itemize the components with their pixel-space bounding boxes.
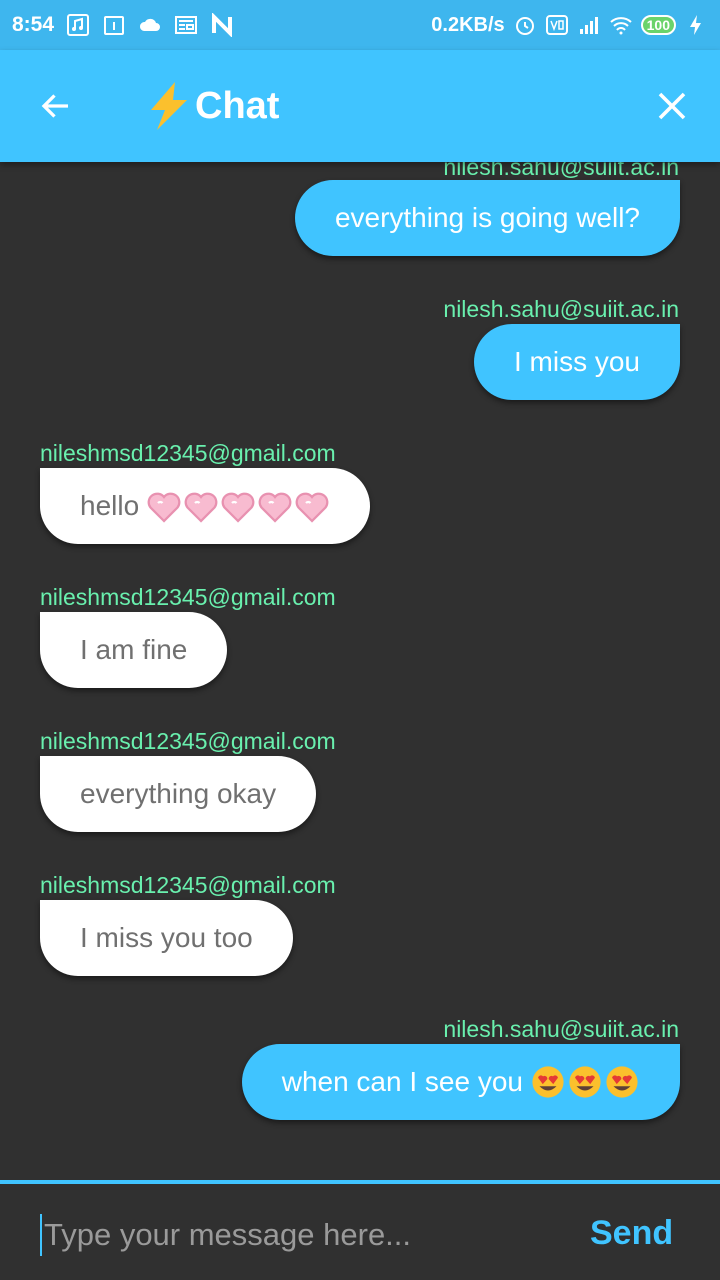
message-bubble: I am fine <box>40 612 228 688</box>
message-sender: nileshmsd12345@gmail.com <box>40 872 336 898</box>
calendar-icon <box>102 13 126 37</box>
message-bubble: everything is going well? <box>294 180 680 256</box>
message-text: hello <box>80 490 140 521</box>
message-bubble: hello <box>40 468 371 544</box>
message-bubble: when can I see you <box>241 1044 680 1120</box>
message-bubble: everything okay <box>40 756 317 832</box>
heart-icon <box>295 492 329 523</box>
page-title: Chat <box>145 80 279 132</box>
n-app-icon <box>210 13 234 37</box>
heart-eyes-face-icon <box>606 1066 638 1098</box>
battery-level: 100 <box>640 15 676 35</box>
back-button[interactable] <box>36 86 76 126</box>
close-button[interactable] <box>652 86 692 126</box>
message-text: I am fine <box>80 634 188 665</box>
message-sender: nileshmsd12345@gmail.com <box>40 440 336 466</box>
message-bubble: I miss you <box>473 324 680 400</box>
heart-icon <box>147 492 181 523</box>
hearts-emoji <box>145 489 330 523</box>
music-icon <box>66 13 90 37</box>
wifi-icon <box>609 13 633 37</box>
heart-icon <box>221 492 255 523</box>
status-time: 8:54 <box>12 13 55 36</box>
lightning-bolt-icon <box>151 82 187 130</box>
close-icon <box>658 92 686 120</box>
message-text: everything is going well? <box>334 202 640 233</box>
arrow-back-icon <box>41 94 68 118</box>
status-bar: 8:54 0.2KB/s 100 <box>0 0 720 50</box>
heart-eyes-face-icon <box>569 1066 601 1098</box>
message-text: everything okay <box>80 778 277 809</box>
message-sender: nilesh.sahu@suiit.ac.in <box>443 162 679 180</box>
network-speed: 0.2KB/s <box>431 13 505 36</box>
message-input[interactable] <box>40 1214 560 1256</box>
message-bubble: I miss you too <box>40 900 293 976</box>
alarm-icon <box>513 13 537 37</box>
heart-icon <box>258 492 292 523</box>
message-text: when can I see you <box>281 1066 523 1097</box>
message-sender: nileshmsd12345@gmail.com <box>40 584 336 610</box>
message-text: I miss you <box>513 346 640 377</box>
message-sender: nilesh.sahu@suiit.ac.in <box>443 1016 679 1042</box>
message-composer: Send <box>0 1180 720 1280</box>
charging-icon <box>684 13 708 37</box>
send-button[interactable]: Send <box>590 1214 673 1253</box>
message-sender: nilesh.sahu@suiit.ac.in <box>443 296 679 322</box>
cloud-icon <box>138 13 162 37</box>
message-sender: nileshmsd12345@gmail.com <box>40 728 336 754</box>
signal-icon <box>577 13 601 37</box>
news-icon <box>174 13 198 37</box>
heart-eyes-emoji <box>529 1065 640 1099</box>
heart-icon <box>184 492 218 523</box>
message-list[interactable]: nilesh.sahu@suiit.ac.in everything is go… <box>0 162 720 1180</box>
message-text: I miss you too <box>80 922 253 953</box>
heart-eyes-face-icon <box>532 1066 564 1098</box>
app-bar: Chat <box>0 50 720 162</box>
volte-icon <box>545 13 569 37</box>
title-text: Chat <box>195 84 280 127</box>
